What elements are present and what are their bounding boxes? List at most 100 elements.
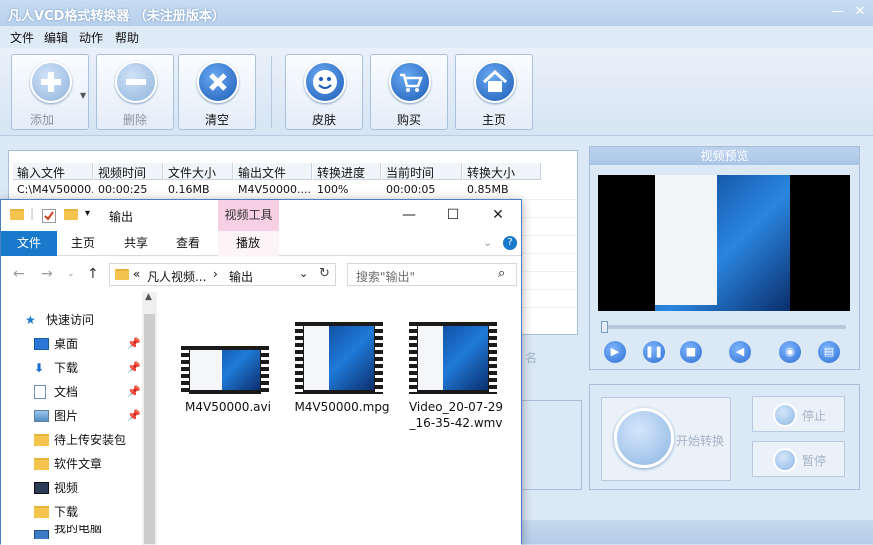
breadcrumb-parent[interactable]: 凡人视频... [147,268,206,285]
address-bar[interactable]: « 凡人视频... › 输出 ⌄ ↻ [109,263,336,286]
video-display [598,175,850,311]
breadcrumb-overflow[interactable]: « [133,267,140,281]
nav-folder-pending-packages[interactable]: 待上传安装包 [1,429,141,451]
nav-label: 图片 [54,409,79,423]
desktop-icon [34,338,49,350]
chevron-down-icon[interactable]: ⌄ [483,236,492,249]
skin-button[interactable]: 皮肤 [285,54,363,130]
recent-dropdown-icon[interactable]: ⌄ [67,269,75,279]
preview-title: 视频预览 [590,147,859,165]
col-file-size[interactable]: 文件大小 [164,163,233,180]
menu-file[interactable]: 文件 [10,29,34,46]
explorer-title: 输出 [109,210,134,224]
ribbon-tabs: 文件 主页 共享 查看 播放 ⌄ ? [1,231,521,256]
new-folder-icon[interactable] [64,209,78,223]
nav-quick-access[interactable]: ★ 快速访问 [1,309,141,331]
nav-downloads[interactable]: ⬇ 下载 📌 [1,357,141,379]
col-video-time[interactable]: 视频时间 [94,163,163,180]
download-icon: ⬇ [34,361,45,375]
snapshot-icon[interactable]: ◉ [779,341,801,363]
up-icon[interactable]: ↑ [87,266,99,282]
toolbar-separator [271,56,272,128]
open-folder-icon[interactable]: ▤ [818,341,840,363]
tab-view[interactable]: 查看 [166,231,210,256]
col-converted-size[interactable]: 转换大小 [463,163,541,180]
menu-action[interactable]: 动作 [79,29,103,46]
smiley-icon [304,61,346,103]
folder-icon [10,209,24,223]
properties-icon[interactable] [42,209,56,223]
file-item-wmv[interactable]: Video_20-07-29 _16-35-42.wmv [401,322,503,432]
help-icon[interactable]: ? [503,236,517,250]
file-name: M4V50000.mpg [294,400,390,414]
file-item-avi[interactable]: M4V50000.avi [173,322,273,432]
col-input-file[interactable]: 输入文件 [13,163,93,180]
col-output-file[interactable]: 输出文件 [234,163,312,180]
buy-button[interactable]: 购买 [370,54,448,130]
pause-icon[interactable]: ❚❚ [643,341,665,363]
cell-file-size: 0.16MB [168,183,210,196]
nav-folder-downloads[interactable]: 下载 [1,501,141,523]
delete-button[interactable]: 删除 [96,54,174,130]
forward-icon[interactable]: → [41,266,53,282]
file-name: Video_20-07-29 _16-35-42.wmv [408,400,504,430]
menu-edit[interactable]: 编辑 [44,29,68,46]
scroll-up-icon[interactable]: ▲ [145,292,152,302]
add-button[interactable]: 添加 ▼ [11,54,89,130]
scrollbar-thumb[interactable] [144,314,155,544]
home-button[interactable]: 主页 [455,54,533,130]
video-tools-tab[interactable]: 视频工具 [218,200,279,231]
col-current-time[interactable]: 当前时间 [382,163,462,180]
search-input[interactable]: 搜索"输出" ⌕ [347,263,517,286]
clear-button[interactable]: 清空 [178,54,256,130]
stop-button[interactable]: 停止 [752,396,845,432]
chevron-down-icon[interactable]: ▼ [80,91,86,100]
pin-icon[interactable]: 📌 [127,357,141,379]
pin-icon[interactable]: 📌 [127,333,141,355]
close-button[interactable]: ✕ [851,3,869,21]
nav-computer[interactable]: 我的电脑 [1,525,141,539]
tab-file[interactable]: 文件 [1,231,57,256]
minus-icon [115,61,157,103]
pin-icon[interactable]: 📌 [127,405,141,427]
cell-progress: 100% [317,183,349,196]
pin-icon[interactable]: 📌 [127,381,141,403]
quick-access-dropdown-icon[interactable]: ▾ [85,208,90,219]
clear-icon [197,61,239,103]
start-convert-button[interactable]: 开始转换 [601,397,731,481]
col-progress[interactable]: 转换进度 [313,163,381,180]
nav-folder-articles[interactable]: 软件文章 [1,453,141,475]
add-label: 添加 [29,113,54,127]
folder-icon [34,506,49,518]
address-dropdown-icon[interactable]: ⌄ [299,267,308,280]
tab-share[interactable]: 共享 [114,231,158,256]
nav-pictures[interactable]: 图片 📌 [1,405,141,427]
star-icon: ★ [25,313,36,327]
close-icon[interactable]: ✕ [488,206,508,224]
refresh-icon[interactable]: ↻ [319,266,330,281]
back-icon[interactable]: ← [13,266,25,282]
nav-scrollbar[interactable]: ▲ [142,292,157,545]
play-icon[interactable]: ▶ [604,341,626,363]
nav-documents[interactable]: 文档 📌 [1,381,141,403]
nav-desktop[interactable]: 桌面 📌 [1,333,141,355]
minimize-button[interactable]: — [829,3,847,21]
stop-label: 停止 [802,409,827,423]
seek-slider[interactable] [601,321,846,333]
tab-play[interactable]: 播放 [226,231,270,256]
volume-icon[interactable]: ◀ [729,341,751,363]
breadcrumb-current[interactable]: 输出 [229,268,253,285]
nav-videos[interactable]: 视频 [1,477,141,499]
seek-handle[interactable] [601,321,608,333]
tab-home[interactable]: 主页 [61,231,105,256]
pause-button[interactable]: 暂停 [752,441,845,477]
stop-icon[interactable]: ■ [680,341,702,363]
convert-arrow-icon [614,408,674,468]
maximize-icon[interactable]: ☐ [443,206,463,224]
file-item-mpg[interactable]: M4V50000.mpg [287,322,390,432]
minimize-icon[interactable]: — [399,206,419,224]
home-icon [474,61,516,103]
nav-label: 我的电脑 [54,525,103,535]
menu-help[interactable]: 帮助 [115,29,139,46]
video-thumbnail [295,322,383,394]
